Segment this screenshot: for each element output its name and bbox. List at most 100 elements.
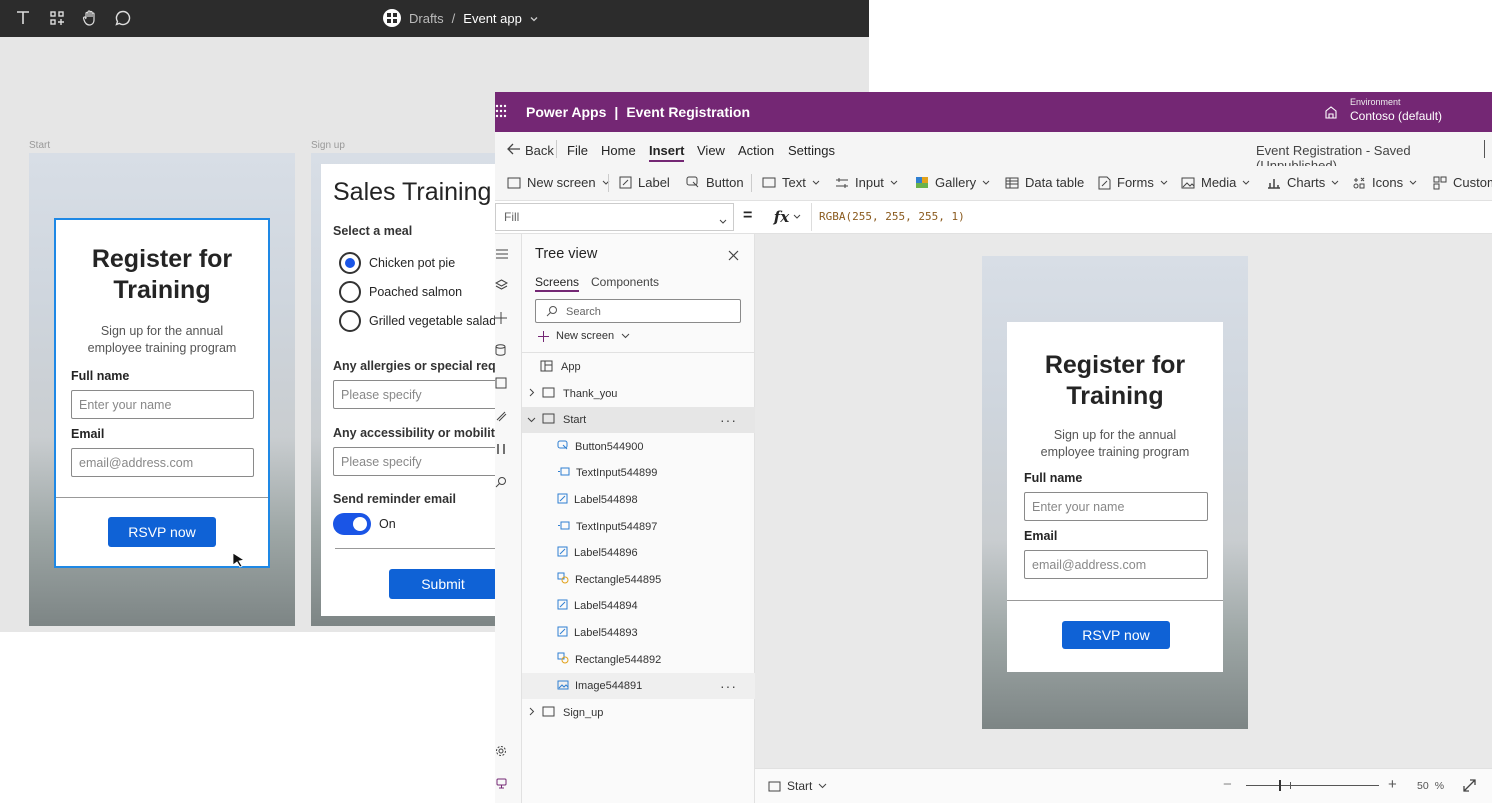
ribbon-charts[interactable]: Charts [1267,175,1339,190]
data-icon[interactable] [495,343,506,361]
ribbon-icons[interactable]: Icons [1352,175,1417,190]
subtitle-line-1: Sign up for the annual [100,324,224,338]
preview-subtitle-line-2: employee training program [1040,444,1190,459]
hand-tool-icon[interactable] [81,9,99,27]
search-icon[interactable] [495,475,507,493]
zoom-out-button[interactable]: − [1223,776,1232,793]
ribbon-forms[interactable]: Forms [1098,175,1168,190]
ribbon-input[interactable]: Input [835,175,898,190]
chevron-down-icon[interactable] [527,414,536,426]
search-placeholder: Search [566,306,601,318]
media-icon[interactable] [495,376,507,394]
layers-icon[interactable] [495,278,509,296]
accessibility-input[interactable]: Please specify [333,447,495,476]
tree-control-row[interactable]: Label544893 [522,620,755,646]
tree-control-row[interactable]: Image544891 ··· [522,673,755,700]
zoom-slider-thumb[interactable] [1279,780,1281,791]
back-button[interactable]: Back [525,143,554,158]
close-icon[interactable] [728,248,739,266]
tree-control-row[interactable]: Rectangle544892 [522,647,755,673]
app-launcher-icon[interactable] [495,104,507,123]
tree-control-row[interactable]: TextInput544899 [522,460,755,486]
new-screen-button[interactable]: New screen [538,330,630,342]
more-options-icon[interactable]: ··· [720,412,737,428]
fullname-input[interactable]: Enter your name [71,390,254,419]
ribbon-forms-label: Forms [1117,175,1154,190]
status-bar: Start − + 50 % [755,768,1492,803]
menu-file[interactable]: File [567,143,588,158]
tree-screen-sign-up[interactable]: Sign_up [522,700,755,726]
preview-rsvp-button[interactable]: RSVP now [1062,621,1170,649]
meal-radio-2[interactable] [339,281,361,303]
ribbon-gallery[interactable]: Gallery [915,175,990,190]
submit-button[interactable]: Submit [389,569,495,599]
start-frame-card[interactable]: Register for Training Sign up for the an… [54,218,270,568]
environment-value[interactable]: Contoso (default) [1350,109,1442,123]
allergies-input[interactable]: Please specify [333,380,495,409]
ribbon-text[interactable]: Text [762,175,820,190]
tree-control-row[interactable]: Rectangle544895 [522,567,755,593]
ribbon-new-screen[interactable]: New screen [507,175,610,190]
tab-components[interactable]: Components [591,275,659,289]
tree-control-row[interactable]: Label544894 [522,593,755,619]
tree-control-row-label: Label544898 [574,494,638,506]
environment-icon[interactable] [1324,105,1338,124]
ribbon-custom[interactable]: Custom [1433,175,1492,190]
menu-insert[interactable]: Insert [649,143,685,162]
zoom-slider[interactable] [1246,780,1379,791]
menu-action[interactable]: Action [738,143,774,158]
property-dropdown[interactable]: Fill [495,203,734,231]
fit-to-window-icon[interactable] [1463,779,1476,795]
breadcrumb-folder[interactable]: Drafts [409,11,444,26]
preview-fullname-input[interactable]: Enter your name [1024,492,1208,521]
tree-screen-thank-you[interactable]: Thank_you [522,381,755,407]
hamburger-icon[interactable] [496,246,508,264]
tab-screens[interactable]: Screens [535,275,580,292]
meal-radio-3[interactable] [339,310,361,332]
chevron-right-icon[interactable] [529,707,535,719]
signup-frame-card[interactable]: Sales Training Select a meal Chicken pot… [321,164,495,616]
tree-control-row[interactable]: Button544900 [522,434,755,460]
preview-card[interactable]: Register for Training Sign up for the an… [1007,322,1223,672]
zoom-in-button[interactable]: + [1388,776,1397,793]
reminder-toggle[interactable] [333,513,371,535]
plus-icon[interactable] [495,311,507,329]
settings-gear-icon[interactable] [495,744,507,762]
email-input[interactable]: email@address.com [71,448,254,477]
tree-app-row[interactable]: App [522,354,755,380]
more-options-icon[interactable]: ··· [720,678,737,694]
breadcrumb-file[interactable]: Event app [463,11,522,26]
menu-settings[interactable]: Settings [788,143,835,158]
fx-button[interactable]: fx [764,203,812,231]
chevron-right-icon[interactable] [529,388,535,400]
components-icon[interactable] [48,9,66,27]
text-tool-icon[interactable] [14,9,32,27]
ribbon-button[interactable]: Button [686,175,744,190]
comment-icon[interactable] [114,9,132,27]
screen-selector[interactable]: Start [768,779,827,793]
ribbon-media[interactable]: Media [1181,175,1250,190]
ribbon-data-table[interactable]: Data table [1005,175,1084,190]
theme-icon[interactable] [495,409,507,427]
tree-control-row[interactable]: Label544898 [522,487,755,513]
preview-email-input[interactable]: email@address.com [1024,550,1208,579]
virtual-agent-icon[interactable] [495,776,508,794]
tree-screen-start[interactable]: Start ··· [522,407,755,434]
accessibility-label: Any accessibility or mobility [333,426,495,440]
menu-home[interactable]: Home [601,143,636,158]
tree-control-row[interactable]: TextInput544897 [522,514,755,540]
rsvp-button[interactable]: RSVP now [108,517,216,547]
tools-icon[interactable] [495,442,507,460]
ribbon-charts-label: Charts [1287,175,1326,190]
search-input[interactable]: Search [535,299,741,323]
tree-control-row[interactable]: Label544896 [522,540,755,566]
formula-input[interactable]: RGBA(255, 255, 255, 1) [819,210,965,223]
back-arrow-icon[interactable] [507,143,521,158]
chevron-down-icon[interactable] [530,11,538,26]
meal-radio-1[interactable] [339,252,361,274]
preview-subtitle: Sign up for the annual employee training… [1007,427,1223,461]
screen-icon [542,706,555,720]
design-canvas[interactable]: Register for Training Sign up for the an… [755,234,1492,768]
menu-view[interactable]: View [697,143,725,158]
ribbon-label[interactable]: Label [619,175,670,190]
